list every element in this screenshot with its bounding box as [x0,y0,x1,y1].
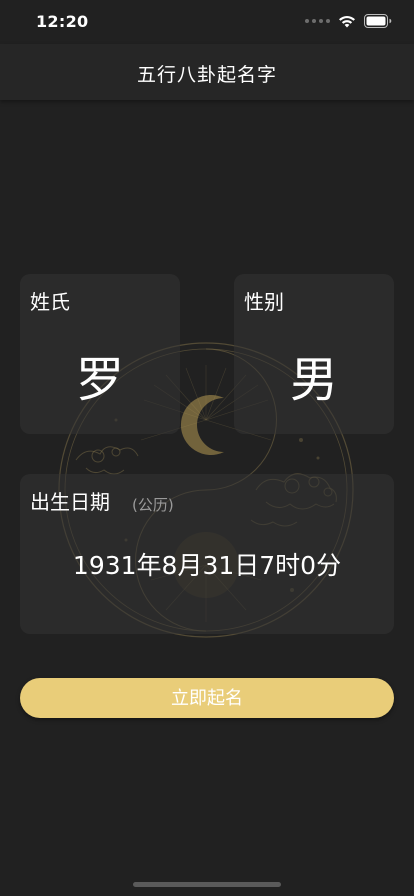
home-indicator[interactable] [133,882,281,887]
battery-icon [364,14,392,28]
surname-card[interactable]: 姓氏 罗 [20,274,180,434]
birth-date-value: 1931年8月31日7时0分 [72,551,342,580]
app-screen: 12:20 五行八卦起名字 姓氏 罗 性别 男 出生日期 (公历) 1931年8… [0,0,414,896]
surname-label: 姓氏 [30,290,70,314]
birth-date-label: 出生日期 [30,490,110,514]
signal-icon [305,19,330,23]
gender-label: 性别 [244,290,284,314]
surname-value: 罗 [75,352,124,408]
wifi-icon [339,15,355,27]
start-naming-button[interactable]: 立即起名 [20,678,394,718]
status-time: 12:20 [36,12,89,31]
status-bar: 12:20 [0,0,414,44]
calendar-type-note: (公历) [132,496,174,514]
birth-date-card[interactable]: 出生日期 (公历) 1931年8月31日7时0分 [20,474,394,634]
gender-card[interactable]: 性别 男 [234,274,394,434]
gender-value: 男 [289,352,338,408]
status-icons [305,14,392,28]
page-title: 五行八卦起名字 [136,64,277,86]
nav-bar: 五行八卦起名字 [0,44,414,100]
